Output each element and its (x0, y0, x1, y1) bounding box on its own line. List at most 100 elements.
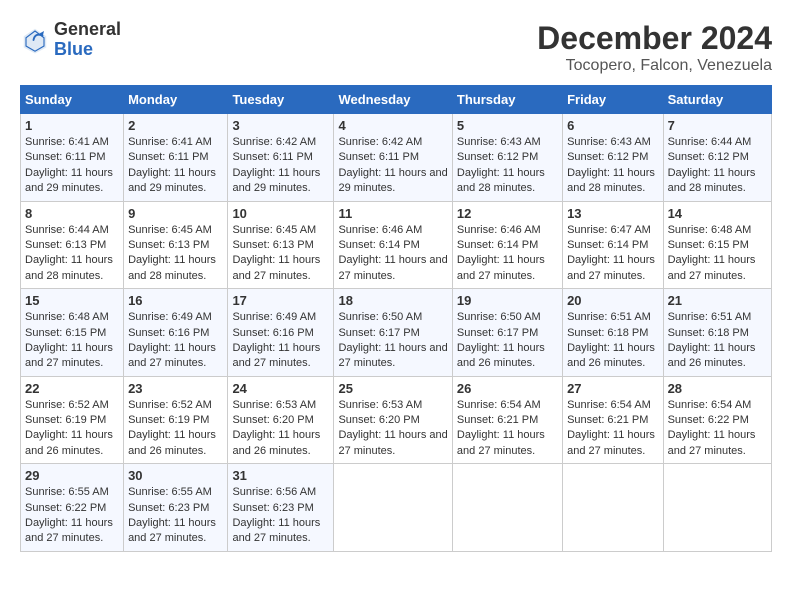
calendar-week-3: 15 Sunrise: 6:48 AM Sunset: 6:15 PM Dayl… (21, 289, 772, 377)
col-tuesday: Tuesday (228, 86, 334, 114)
table-row: 21 Sunrise: 6:51 AM Sunset: 6:18 PM Dayl… (663, 289, 771, 377)
cell-sunset: Sunset: 6:12 PM (457, 151, 538, 163)
day-number: 28 (668, 381, 767, 396)
table-row: 19 Sunrise: 6:50 AM Sunset: 6:17 PM Dayl… (452, 289, 562, 377)
cell-sunrise: Sunrise: 6:45 AM (128, 224, 212, 236)
cell-sunrise: Sunrise: 6:55 AM (128, 486, 212, 498)
cell-daylight: Daylight: 11 hours and 27 minutes. (232, 254, 320, 281)
cell-sunrise: Sunrise: 6:54 AM (567, 399, 651, 411)
cell-sunset: Sunset: 6:16 PM (128, 327, 209, 339)
table-row: 7 Sunrise: 6:44 AM Sunset: 6:12 PM Dayli… (663, 114, 771, 202)
cell-sunrise: Sunrise: 6:46 AM (338, 224, 422, 236)
cell-daylight: Daylight: 11 hours and 28 minutes. (457, 167, 545, 194)
cell-daylight: Daylight: 11 hours and 29 minutes. (232, 167, 320, 194)
day-number: 25 (338, 381, 447, 396)
day-number: 26 (457, 381, 558, 396)
cell-sunrise: Sunrise: 6:52 AM (128, 399, 212, 411)
cell-sunrise: Sunrise: 6:51 AM (567, 311, 651, 323)
table-row: 14 Sunrise: 6:48 AM Sunset: 6:15 PM Dayl… (663, 201, 771, 289)
cell-sunset: Sunset: 6:13 PM (128, 239, 209, 251)
day-number: 23 (128, 381, 223, 396)
table-row: 25 Sunrise: 6:53 AM Sunset: 6:20 PM Dayl… (334, 376, 452, 464)
day-number: 27 (567, 381, 659, 396)
day-number: 11 (338, 206, 447, 221)
table-row: 9 Sunrise: 6:45 AM Sunset: 6:13 PM Dayli… (124, 201, 228, 289)
table-row (563, 464, 664, 552)
col-wednesday: Wednesday (334, 86, 452, 114)
col-thursday: Thursday (452, 86, 562, 114)
table-row: 29 Sunrise: 6:55 AM Sunset: 6:22 PM Dayl… (21, 464, 124, 552)
cell-sunset: Sunset: 6:14 PM (457, 239, 538, 251)
day-number: 2 (128, 118, 223, 133)
calendar-week-1: 1 Sunrise: 6:41 AM Sunset: 6:11 PM Dayli… (21, 114, 772, 202)
cell-daylight: Daylight: 11 hours and 29 minutes. (25, 167, 113, 194)
day-number: 4 (338, 118, 447, 133)
table-row: 8 Sunrise: 6:44 AM Sunset: 6:13 PM Dayli… (21, 201, 124, 289)
table-row: 20 Sunrise: 6:51 AM Sunset: 6:18 PM Dayl… (563, 289, 664, 377)
table-row: 28 Sunrise: 6:54 AM Sunset: 6:22 PM Dayl… (663, 376, 771, 464)
day-number: 14 (668, 206, 767, 221)
cell-sunrise: Sunrise: 6:54 AM (668, 399, 752, 411)
cell-sunset: Sunset: 6:11 PM (338, 151, 419, 163)
day-number: 24 (232, 381, 329, 396)
table-row: 6 Sunrise: 6:43 AM Sunset: 6:12 PM Dayli… (563, 114, 664, 202)
location-subtitle: Tocopero, Falcon, Venezuela (537, 57, 772, 75)
cell-daylight: Daylight: 11 hours and 29 minutes. (128, 167, 216, 194)
cell-daylight: Daylight: 11 hours and 26 minutes. (25, 429, 113, 456)
page-header: General Blue December 2024 Tocopero, Fal… (20, 20, 772, 75)
cell-daylight: Daylight: 11 hours and 27 minutes. (457, 429, 545, 456)
cell-sunset: Sunset: 6:18 PM (567, 327, 648, 339)
day-number: 18 (338, 293, 447, 308)
cell-sunset: Sunset: 6:21 PM (457, 414, 538, 426)
cell-sunset: Sunset: 6:12 PM (567, 151, 648, 163)
table-row: 15 Sunrise: 6:48 AM Sunset: 6:15 PM Dayl… (21, 289, 124, 377)
cell-daylight: Daylight: 11 hours and 28 minutes. (567, 167, 655, 194)
cell-daylight: Daylight: 11 hours and 27 minutes. (128, 342, 216, 369)
day-number: 13 (567, 206, 659, 221)
day-number: 20 (567, 293, 659, 308)
table-row: 26 Sunrise: 6:54 AM Sunset: 6:21 PM Dayl… (452, 376, 562, 464)
cell-daylight: Daylight: 11 hours and 27 minutes. (567, 254, 655, 281)
cell-sunset: Sunset: 6:23 PM (128, 502, 209, 514)
cell-sunrise: Sunrise: 6:43 AM (567, 136, 651, 148)
day-number: 30 (128, 468, 223, 483)
logo-general-text: General (54, 20, 121, 40)
cell-sunset: Sunset: 6:20 PM (338, 414, 419, 426)
table-row: 12 Sunrise: 6:46 AM Sunset: 6:14 PM Dayl… (452, 201, 562, 289)
day-number: 15 (25, 293, 119, 308)
logo-icon (20, 25, 50, 55)
logo-blue-text: Blue (54, 40, 121, 60)
col-friday: Friday (563, 86, 664, 114)
cell-sunrise: Sunrise: 6:41 AM (25, 136, 109, 148)
col-sunday: Sunday (21, 86, 124, 114)
cell-daylight: Daylight: 11 hours and 27 minutes. (25, 342, 113, 369)
cell-sunrise: Sunrise: 6:50 AM (338, 311, 422, 323)
cell-sunrise: Sunrise: 6:43 AM (457, 136, 541, 148)
table-row: 30 Sunrise: 6:55 AM Sunset: 6:23 PM Dayl… (124, 464, 228, 552)
cell-sunrise: Sunrise: 6:48 AM (668, 224, 752, 236)
cell-daylight: Daylight: 11 hours and 28 minutes. (128, 254, 216, 281)
cell-sunrise: Sunrise: 6:55 AM (25, 486, 109, 498)
title-block: December 2024 Tocopero, Falcon, Venezuel… (537, 20, 772, 75)
cell-sunset: Sunset: 6:11 PM (128, 151, 209, 163)
cell-sunrise: Sunrise: 6:44 AM (25, 224, 109, 236)
cell-daylight: Daylight: 11 hours and 26 minutes. (567, 342, 655, 369)
day-number: 3 (232, 118, 329, 133)
cell-sunset: Sunset: 6:13 PM (25, 239, 106, 251)
table-row: 31 Sunrise: 6:56 AM Sunset: 6:23 PM Dayl… (228, 464, 334, 552)
cell-daylight: Daylight: 11 hours and 27 minutes. (457, 254, 545, 281)
cell-sunrise: Sunrise: 6:49 AM (232, 311, 316, 323)
cell-daylight: Daylight: 11 hours and 26 minutes. (128, 429, 216, 456)
cell-daylight: Daylight: 11 hours and 27 minutes. (338, 254, 447, 281)
main-title: December 2024 (537, 20, 772, 57)
table-row: 27 Sunrise: 6:54 AM Sunset: 6:21 PM Dayl… (563, 376, 664, 464)
cell-sunrise: Sunrise: 6:46 AM (457, 224, 541, 236)
cell-daylight: Daylight: 11 hours and 27 minutes. (338, 342, 447, 369)
cell-sunrise: Sunrise: 6:42 AM (338, 136, 422, 148)
col-monday: Monday (124, 86, 228, 114)
table-row: 1 Sunrise: 6:41 AM Sunset: 6:11 PM Dayli… (21, 114, 124, 202)
cell-daylight: Daylight: 11 hours and 26 minutes. (457, 342, 545, 369)
table-row: 23 Sunrise: 6:52 AM Sunset: 6:19 PM Dayl… (124, 376, 228, 464)
day-number: 29 (25, 468, 119, 483)
cell-sunset: Sunset: 6:14 PM (567, 239, 648, 251)
